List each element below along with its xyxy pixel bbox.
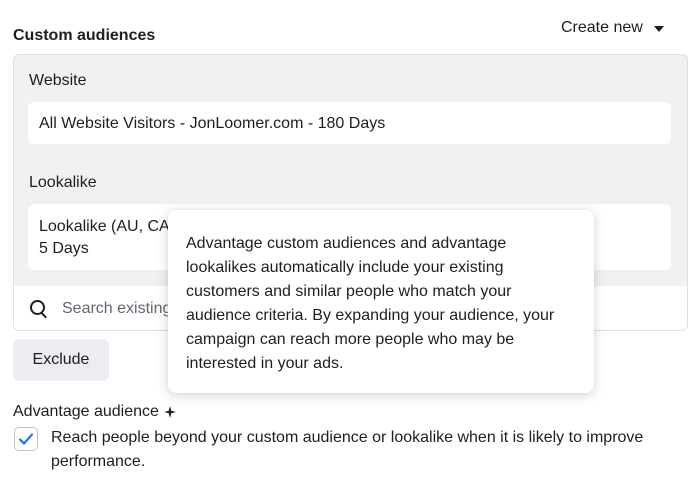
advantage-info-tooltip: Advantage custom audiences and advantage… <box>168 210 594 393</box>
create-new-dropdown[interactable]: Create new <box>561 19 664 37</box>
group-label-website: Website <box>29 72 87 89</box>
checkmark-icon <box>18 433 34 445</box>
advantage-audience-description: Reach people beyond your custom audience… <box>51 429 644 470</box>
caret-down-icon <box>653 26 664 32</box>
search-icon <box>30 299 48 318</box>
custom-audiences-title: Custom audiences <box>13 27 156 44</box>
create-new-label: Create new <box>561 19 643 36</box>
advantage-audience-checkbox[interactable] <box>14 427 38 451</box>
sparkle-icon <box>163 406 176 418</box>
advantage-audience-label: Advantage audience <box>13 403 159 420</box>
audience-pill-website[interactable]: All Website Visitors - JonLoomer.com - 1… <box>28 102 671 144</box>
group-label-lookalike: Lookalike <box>29 174 97 191</box>
exclude-button[interactable]: Exclude <box>13 339 109 381</box>
advantage-audience-title: Advantage audience <box>13 403 176 421</box>
